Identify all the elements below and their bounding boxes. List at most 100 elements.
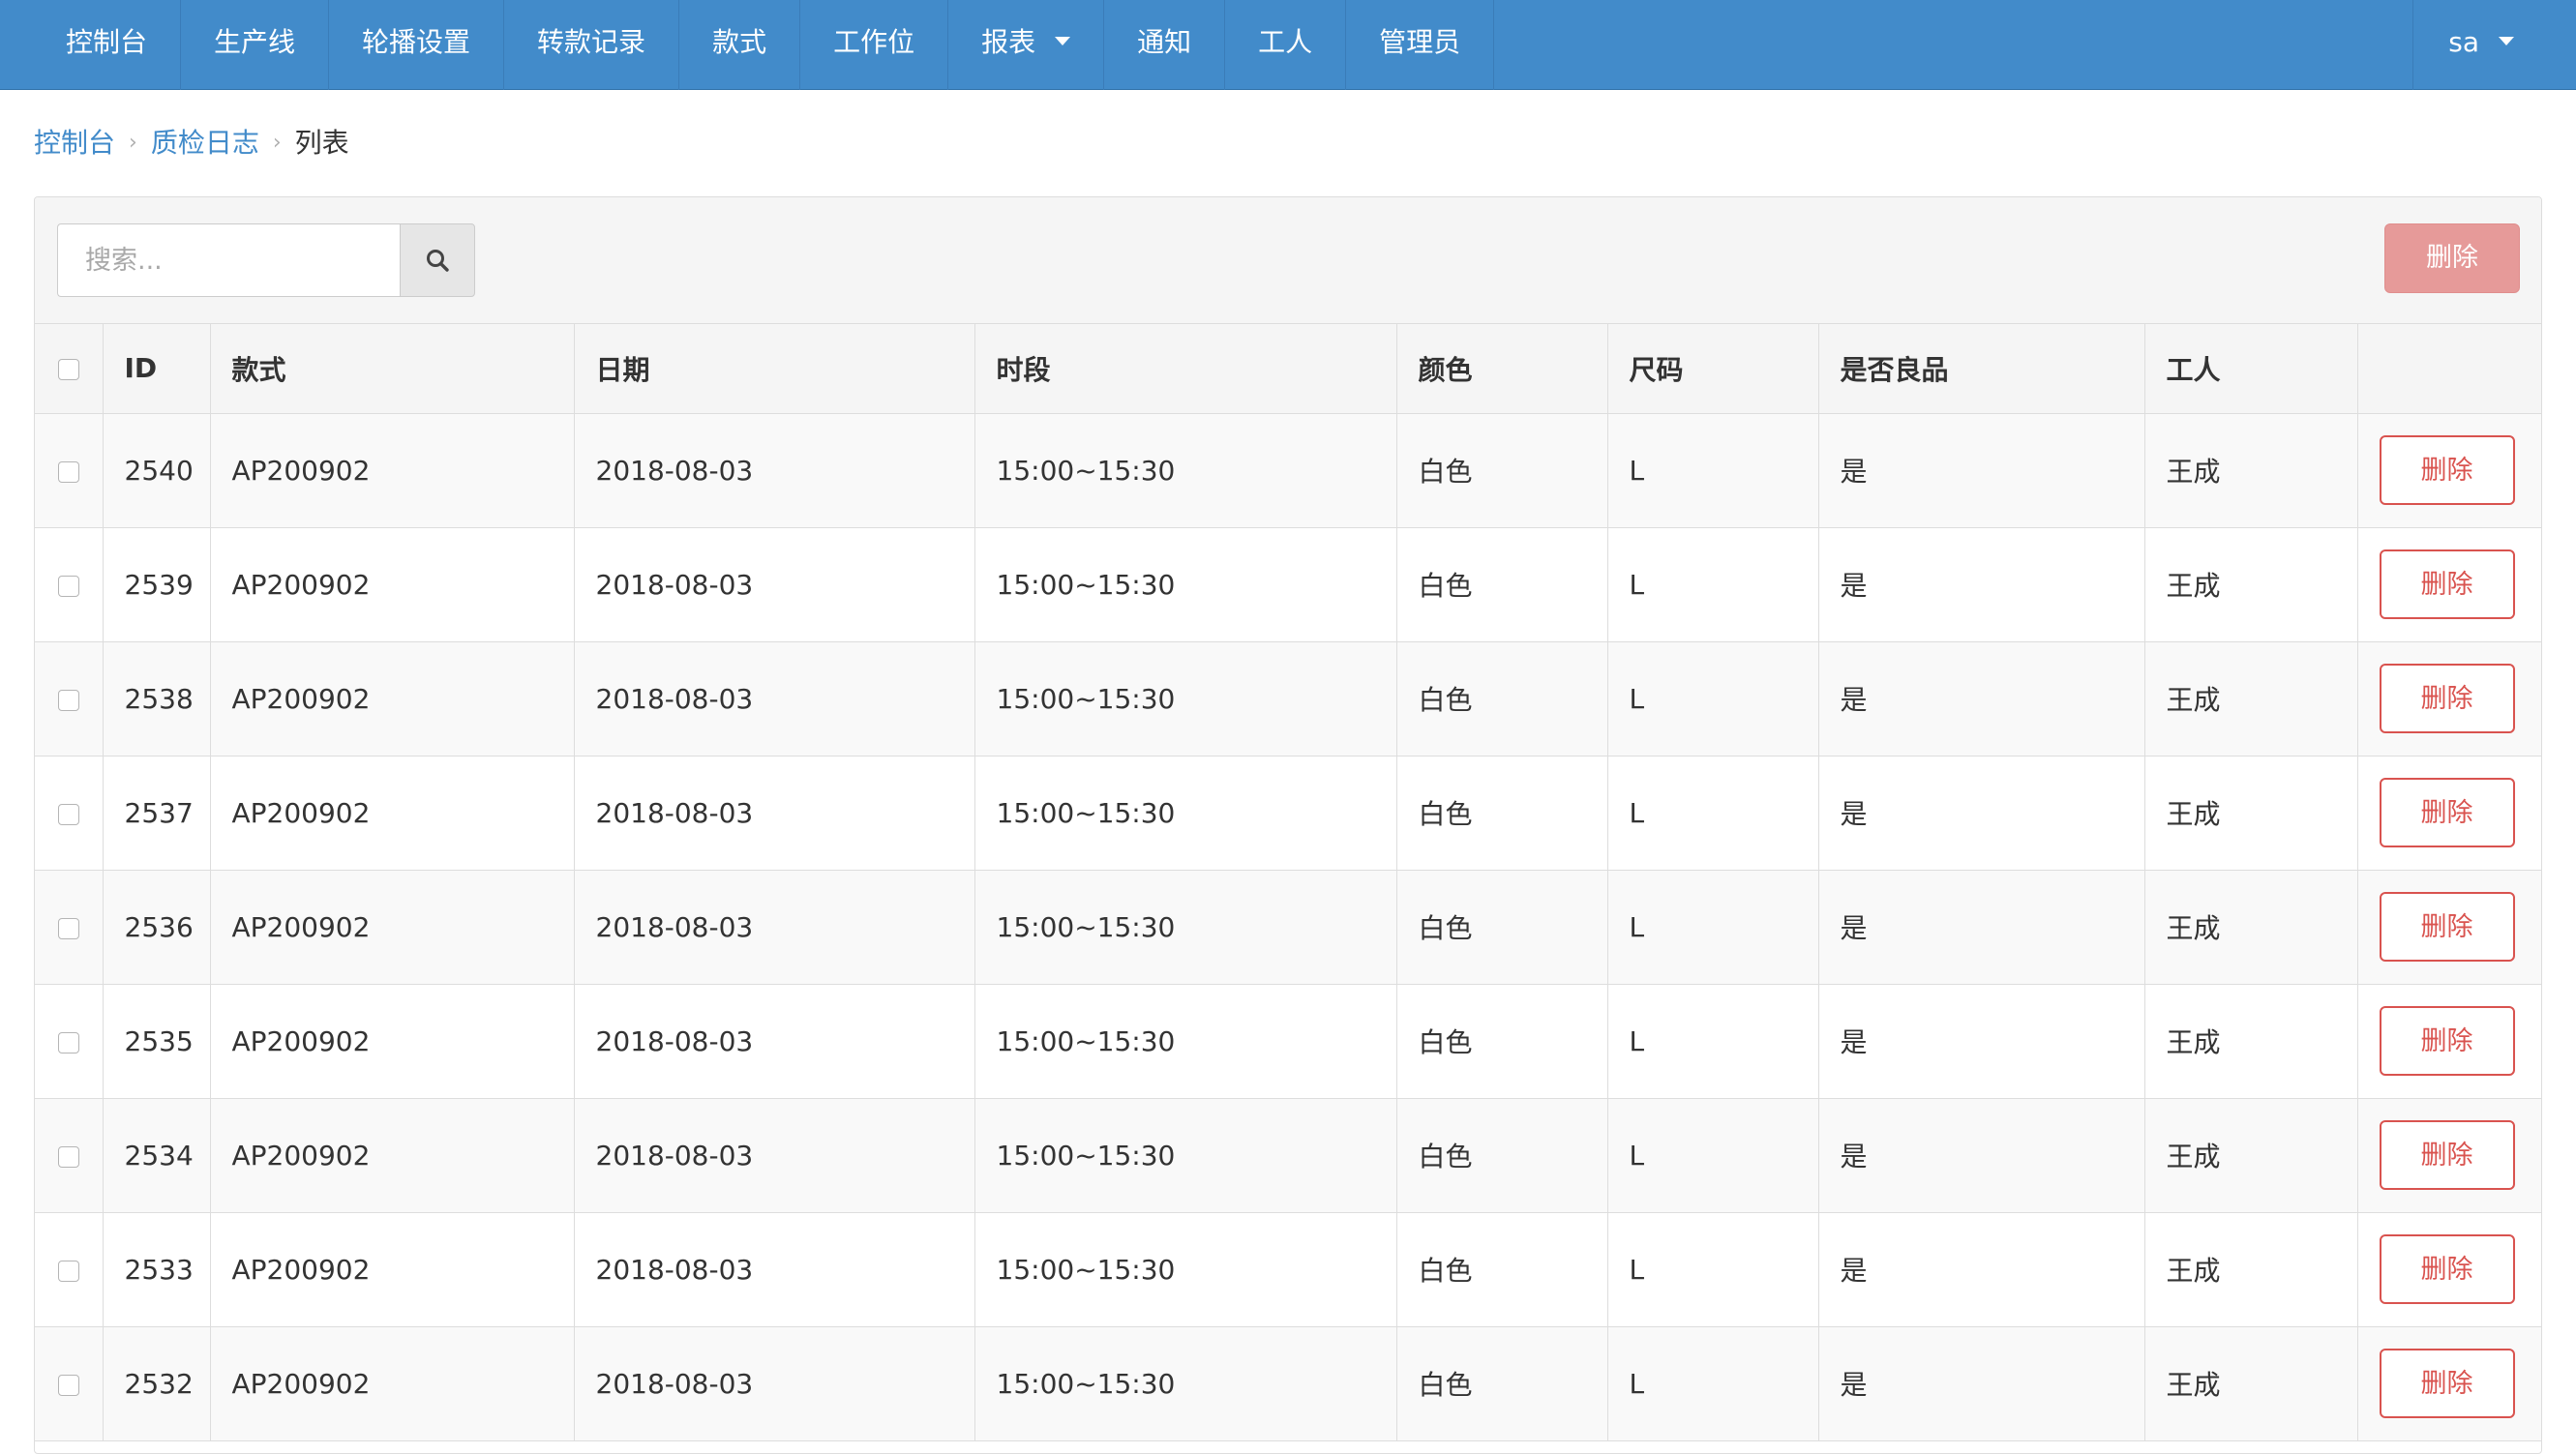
cell-date: 2018-08-03 — [574, 413, 975, 528]
column-header-size[interactable]: 尺码 — [1607, 324, 1819, 414]
cell-actions: 删除 — [2357, 527, 2541, 642]
breadcrumb: 控制台 › 质检日志 › 列表 — [34, 122, 349, 164]
select-all-checkbox[interactable] — [57, 359, 79, 381]
cell-date: 2018-08-03 — [574, 527, 975, 642]
cell-select — [35, 1326, 104, 1441]
cell-is-good: 是 — [1818, 1212, 2145, 1327]
header-select-all — [35, 324, 104, 414]
row-select-checkbox[interactable] — [57, 1031, 79, 1053]
nav-item-styles[interactable]: 款式 — [679, 0, 801, 90]
column-header-period[interactable]: 时段 — [974, 324, 1397, 414]
cell-date: 2018-08-03 — [574, 1098, 975, 1213]
cell-color: 白色 — [1396, 413, 1608, 528]
row-delete-button[interactable]: 删除 — [2379, 1006, 2515, 1076]
caret-down-icon — [1055, 36, 1071, 45]
row-delete-button[interactable]: 删除 — [2379, 1120, 2515, 1190]
cell-size: L — [1607, 984, 1819, 1099]
row-select-checkbox[interactable] — [57, 1145, 79, 1168]
toolbar: 删除 — [35, 197, 2541, 324]
cell-date: 2018-08-03 — [574, 870, 975, 985]
nav-item-carousel-settings[interactable]: 轮播设置 — [329, 0, 505, 90]
cell-size: L — [1607, 641, 1819, 757]
column-header-is-good[interactable]: 是否良品 — [1818, 324, 2145, 414]
search-icon — [427, 250, 449, 272]
breadcrumb-link-qc-log[interactable]: 质检日志 — [151, 122, 259, 164]
cell-style: AP200902 — [210, 527, 575, 642]
row-delete-button[interactable]: 删除 — [2379, 1234, 2515, 1304]
cell-id: 2537 — [103, 756, 211, 871]
table-body: 2540 AP200902 2018-08-03 15:00~15:30 白色 L 是王成删… — [35, 413, 2541, 1441]
cell-is-good: 是 — [1818, 413, 2145, 528]
nav-item-notifications[interactable]: 通知 — [1104, 0, 1226, 90]
cell-style: AP200902 — [210, 1326, 575, 1441]
cell-style: AP200902 — [210, 1098, 575, 1213]
nav-item-style-change-log[interactable]: 转款记录 — [504, 0, 680, 90]
row-delete-button[interactable]: 删除 — [2379, 435, 2515, 505]
nav-item-production-line[interactable]: 生产线 — [181, 0, 330, 90]
nav-item-label: 通知 — [1137, 26, 1192, 58]
search-button[interactable] — [400, 223, 475, 297]
column-header-style[interactable]: 款式 — [210, 324, 575, 414]
cell-style: AP200902 — [210, 1212, 575, 1327]
cell-size: L — [1607, 413, 1819, 528]
row-select-checkbox[interactable] — [57, 460, 79, 483]
breadcrumb-current: 列表 — [294, 127, 349, 159]
row-select-checkbox[interactable] — [57, 803, 79, 825]
cell-is-good: 是 — [1818, 756, 2145, 871]
nav-item-admins[interactable]: 管理员 — [1346, 0, 1495, 90]
breadcrumb-link-dashboard[interactable]: 控制台 — [34, 122, 115, 164]
row-delete-button[interactable]: 删除 — [2379, 892, 2515, 962]
cell-worker: 王成 — [2144, 870, 2358, 985]
row-select-checkbox[interactable] — [57, 1374, 79, 1396]
nav-item-workers[interactable]: 工人 — [1225, 0, 1347, 90]
column-header-date[interactable]: 日期 — [574, 324, 975, 414]
chevron-right-icon: › — [272, 131, 282, 155]
nav-item-label: 报表 — [981, 26, 1036, 58]
cell-style: AP200902 — [210, 641, 575, 757]
row-delete-button[interactable]: 删除 — [2379, 549, 2515, 619]
nav-item-workstations[interactable]: 工作位 — [800, 0, 949, 90]
cell-worker: 王成 — [2144, 984, 2358, 1099]
cell-select — [35, 1098, 104, 1213]
cell-style: AP200902 — [210, 870, 575, 985]
table-row: 2535 AP200902 2018-08-03 15:00~15:30 白色 L 是王成删… — [35, 984, 2541, 1099]
cell-color: 白色 — [1396, 1098, 1608, 1213]
column-header-id[interactable]: ID — [103, 324, 211, 414]
cell-date: 2018-08-03 — [574, 984, 975, 1099]
table-row: 2532 AP200902 2018-08-03 15:00~15:30 白色 L 是王成删… — [35, 1326, 2541, 1441]
column-header-color[interactable]: 颜色 — [1396, 324, 1608, 414]
qc-log-table: ID 款式 日期 时段 颜色 尺码 是否良品 工人 2540 AP200902 20… — [35, 324, 2541, 1441]
column-header-worker[interactable]: 工人 — [2144, 324, 2358, 414]
table-header-row: ID 款式 日期 时段 颜色 尺码 是否良品 工人 — [35, 324, 2541, 414]
cell-id: 2538 — [103, 641, 211, 757]
cell-worker: 王成 — [2144, 1098, 2358, 1213]
cell-worker: 王成 — [2144, 641, 2358, 757]
cell-select — [35, 756, 104, 871]
row-delete-button[interactable]: 删除 — [2379, 778, 2515, 847]
cell-is-good: 是 — [1818, 984, 2145, 1099]
user-menu-dropdown[interactable]: sa — [2412, 0, 2576, 90]
row-select-checkbox[interactable] — [57, 575, 79, 597]
cell-actions: 删除 — [2357, 756, 2541, 871]
cell-id: 2540 — [103, 413, 211, 528]
search-input[interactable] — [57, 223, 400, 297]
bulk-delete-button[interactable]: 删除 — [2384, 223, 2520, 293]
nav-item-label: 轮播设置 — [362, 26, 471, 58]
cell-is-good: 是 — [1818, 641, 2145, 757]
cell-period: 15:00~15:30 — [974, 984, 1397, 1099]
cell-actions: 删除 — [2357, 870, 2541, 985]
row-delete-button[interactable]: 删除 — [2379, 664, 2515, 733]
row-select-checkbox[interactable] — [57, 917, 79, 939]
table-row: 2534 AP200902 2018-08-03 15:00~15:30 白色 L 是王成删… — [35, 1098, 2541, 1213]
row-select-checkbox[interactable] — [57, 1260, 79, 1282]
nav-item-label: 生产线 — [214, 26, 296, 58]
cell-size: L — [1607, 527, 1819, 642]
table-row: 2540 AP200902 2018-08-03 15:00~15:30 白色 L 是王成删… — [35, 413, 2541, 528]
row-delete-button[interactable]: 删除 — [2379, 1349, 2515, 1418]
cell-size: L — [1607, 756, 1819, 871]
cell-date: 2018-08-03 — [574, 756, 975, 871]
row-select-checkbox[interactable] — [57, 689, 79, 711]
nav-item-dashboard[interactable]: 控制台 — [0, 0, 182, 90]
nav-item-reports-dropdown[interactable]: 报表 — [948, 0, 1105, 90]
chevron-right-icon: › — [129, 131, 137, 155]
